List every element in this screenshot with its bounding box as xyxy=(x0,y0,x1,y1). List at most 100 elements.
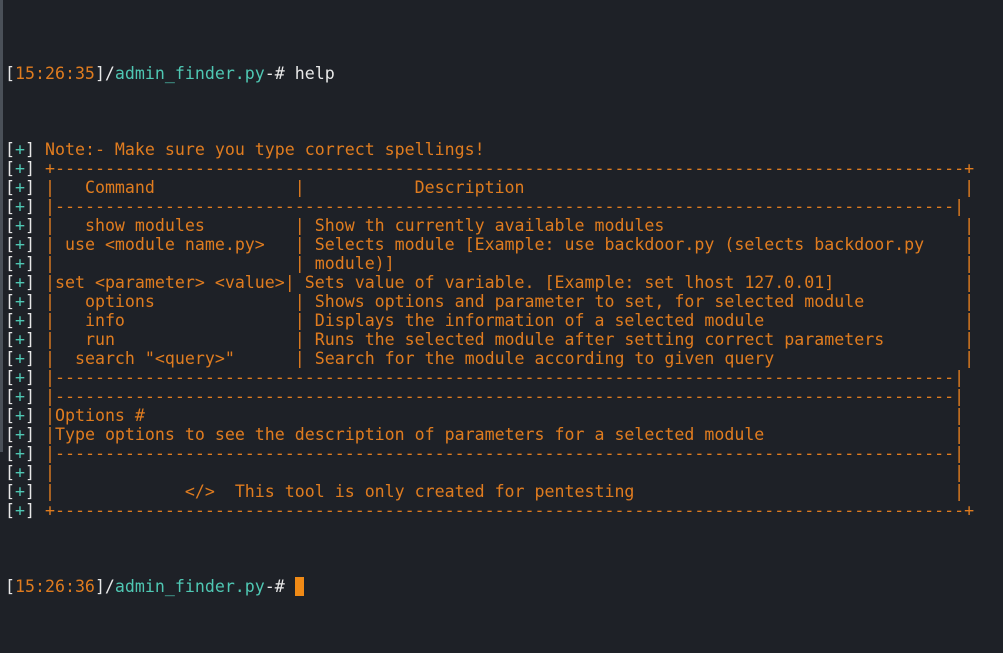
marker-bracket-open: [ xyxy=(5,178,15,197)
output-text: | search "<query>" | Search for the modu… xyxy=(45,349,975,368)
output-line: [+] |-----------------------------------… xyxy=(5,197,974,216)
output-text: | </> This tool is only created for pent… xyxy=(45,482,965,501)
plus-marker: + xyxy=(15,368,25,387)
output-text: | info | Displays the information of a s… xyxy=(45,311,975,330)
marker-bracket-open: [ xyxy=(5,368,15,387)
plus-marker: + xyxy=(15,140,25,159)
plus-marker: + xyxy=(15,292,25,311)
marker-bracket-open: [ xyxy=(5,444,15,463)
output-line: [+] +-----------------------------------… xyxy=(5,159,974,178)
marker-bracket-close: ] xyxy=(25,178,35,197)
marker-bracket-close: ] xyxy=(25,406,35,425)
marker-bracket-open: [ xyxy=(5,311,15,330)
output-text: |---------------------------------------… xyxy=(45,197,965,216)
marker-bracket-close: ] xyxy=(25,368,35,387)
marker-bracket-open: [ xyxy=(5,482,15,501)
output-line: [+] |Options # | xyxy=(5,406,974,425)
plus-marker: + xyxy=(15,235,25,254)
plus-marker: + xyxy=(15,197,25,216)
marker-bracket-close: ] xyxy=(25,273,35,292)
marker-bracket-close: ] xyxy=(25,349,35,368)
text-cursor[interactable] xyxy=(294,577,304,596)
output-text: +---------------------------------------… xyxy=(45,159,975,178)
terminal-window[interactable]: [15:26:35]/admin_finder.py-# help [+] No… xyxy=(0,0,1003,596)
typed-command: help xyxy=(294,64,335,83)
prompt-bracket-close: ]/ xyxy=(94,64,115,83)
marker-bracket-open: [ xyxy=(5,463,15,482)
marker-bracket-close: ] xyxy=(25,463,35,482)
output-text: | run | Runs the selected module after s… xyxy=(45,330,975,349)
marker-bracket-close: ] xyxy=(25,444,35,463)
output-text: |Type options to see the description of … xyxy=(45,425,965,444)
output-line: [+] | </> This tool is only created for … xyxy=(5,482,974,501)
marker-bracket-close: ] xyxy=(25,292,35,311)
prompt-bracket-open: [ xyxy=(5,577,15,596)
prompt-timestamp: 15:26:35 xyxy=(15,64,95,83)
output-line: [+] | use <module name.py> | Selects mod… xyxy=(5,235,974,254)
marker-bracket-close: ] xyxy=(25,254,35,273)
output-line: [+] | options | Shows options and parame… xyxy=(5,292,974,311)
output-text: | | xyxy=(45,463,965,482)
output-text: |---------------------------------------… xyxy=(45,444,965,463)
marker-bracket-open: [ xyxy=(5,159,15,178)
plus-marker: + xyxy=(15,330,25,349)
output-line: [+] | info | Displays the information of… xyxy=(5,311,974,330)
output-line: [+] | | xyxy=(5,463,974,482)
plus-marker: + xyxy=(15,425,25,444)
plus-marker: + xyxy=(15,463,25,482)
output-text: |---------------------------------------… xyxy=(45,387,965,406)
marker-bracket-open: [ xyxy=(5,254,15,273)
output-text: |Options # | xyxy=(45,406,965,425)
marker-bracket-close: ] xyxy=(25,140,35,159)
prompt-bracket-open: [ xyxy=(5,64,15,83)
marker-bracket-close: ] xyxy=(25,330,35,349)
marker-bracket-close: ] xyxy=(25,425,35,444)
plus-marker: + xyxy=(15,482,25,501)
marker-bracket-open: [ xyxy=(5,140,15,159)
marker-bracket-open: [ xyxy=(5,501,15,520)
marker-bracket-open: [ xyxy=(5,273,15,292)
output-line: [+] | show modules | Show th currently a… xyxy=(5,216,974,235)
marker-bracket-close: ] xyxy=(25,387,35,406)
output-text: Note:- Make sure you type correct spelli… xyxy=(45,140,485,159)
plus-marker: + xyxy=(15,444,25,463)
output-line: [+] | | module)] | xyxy=(5,254,974,273)
marker-bracket-close: ] xyxy=(25,482,35,501)
help-output: [+] Note:- Make sure you type correct sp… xyxy=(5,140,974,520)
plus-marker: + xyxy=(15,216,25,235)
plus-marker: + xyxy=(15,178,25,197)
marker-bracket-open: [ xyxy=(5,197,15,216)
output-line: [+] | search "<query>" | Search for the … xyxy=(5,349,974,368)
active-prompt-line[interactable]: [15:26:36]/admin_finder.py-# xyxy=(5,577,974,596)
output-line: [+] Note:- Make sure you type correct sp… xyxy=(5,140,974,159)
marker-bracket-close: ] xyxy=(25,235,35,254)
plus-marker: + xyxy=(15,406,25,425)
plus-marker: + xyxy=(15,387,25,406)
plus-marker: + xyxy=(15,273,25,292)
plus-marker: + xyxy=(15,501,25,520)
output-line: [+] |-----------------------------------… xyxy=(5,387,974,406)
marker-bracket-open: [ xyxy=(5,387,15,406)
output-text: |set <parameter> <value>| Sets value of … xyxy=(45,273,975,292)
output-line: [+] | run | Runs the selected module aft… xyxy=(5,330,974,349)
prompt-bracket-close: ]/ xyxy=(94,577,115,596)
terminal-output: [15:26:35]/admin_finder.py-# help [+] No… xyxy=(5,7,974,653)
prompt-separator: -# xyxy=(264,64,295,83)
plus-marker: + xyxy=(15,159,25,178)
output-line: [+] |Type options to see the description… xyxy=(5,425,974,444)
output-text: | | module)] | xyxy=(45,254,975,273)
output-text: | use <module name.py> | Selects module … xyxy=(45,235,975,254)
prompt-path: admin_finder.py xyxy=(114,577,265,596)
output-text: |---------------------------------------… xyxy=(45,368,965,387)
marker-bracket-close: ] xyxy=(25,197,35,216)
marker-bracket-close: ] xyxy=(25,159,35,178)
marker-bracket-open: [ xyxy=(5,235,15,254)
plus-marker: + xyxy=(15,311,25,330)
marker-bracket-open: [ xyxy=(5,330,15,349)
output-text: +---------------------------------------… xyxy=(45,501,975,520)
prompt-path: admin_finder.py xyxy=(114,64,265,83)
marker-bracket-open: [ xyxy=(5,292,15,311)
output-text: | show modules | Show th currently avail… xyxy=(45,216,975,235)
output-line: [+] | Command | Description | xyxy=(5,178,974,197)
marker-bracket-open: [ xyxy=(5,349,15,368)
